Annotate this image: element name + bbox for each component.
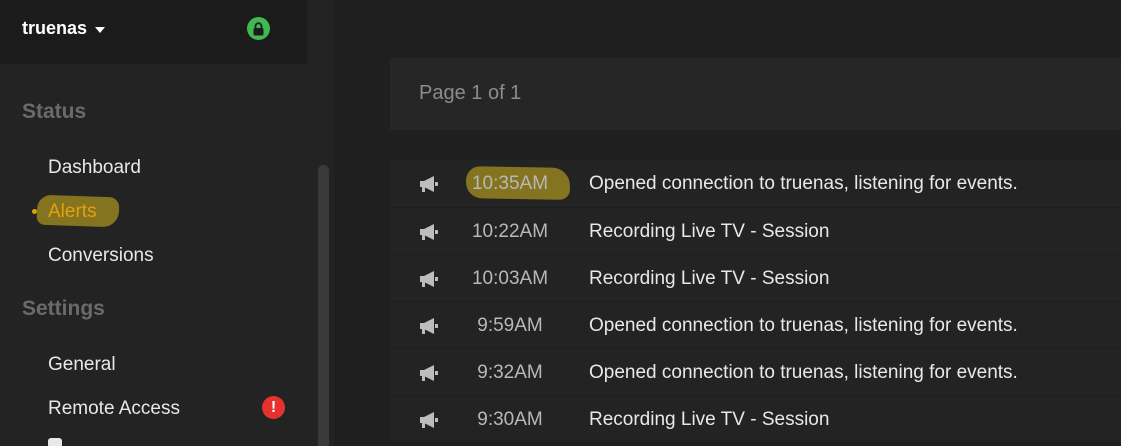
app-window: truenas Status Dashboard Alerts Conversi…	[0, 0, 1121, 446]
alert-row[interactable]: 10:03AM Recording Live TV - Session	[390, 255, 1121, 302]
lock-icon[interactable]	[247, 17, 270, 40]
alert-message: Opened connection to truenas, listening …	[589, 362, 1018, 383]
alert-message: Opened connection to truenas, listening …	[589, 315, 1018, 336]
alert-message: Recording Live TV - Session	[589, 409, 830, 430]
alert-message: Recording Live TV - Session	[589, 268, 830, 289]
alert-row[interactable]: 10:22AM Recording Live TV - Session	[390, 208, 1121, 255]
section-title-status: Status	[22, 100, 87, 123]
alert-time: 10:35AM	[471, 173, 549, 194]
alert-row[interactable]: 9:30AM Recording Live TV - Session	[390, 396, 1121, 443]
server-name: truenas	[22, 18, 88, 38]
main-content: Page 1 of 1 10:35AM Opened connection to …	[334, 0, 1121, 446]
alert-time: 10:03AM	[471, 268, 549, 289]
alert-message: Recording Live TV - Session	[589, 221, 830, 242]
caret-down-icon	[95, 26, 106, 33]
active-indicator-dot	[32, 209, 37, 214]
megaphone-icon	[418, 316, 440, 336]
section-title-settings: Settings	[22, 297, 105, 320]
alert-message: Opened connection to truenas, listening …	[589, 173, 1018, 194]
sidebar-scrollbar[interactable]	[318, 165, 329, 446]
megaphone-icon	[418, 174, 440, 194]
sidebar-item-partial[interactable]	[48, 438, 62, 446]
pagination-bar: Page 1 of 1	[390, 58, 1121, 130]
megaphone-icon	[418, 363, 440, 383]
alert-list: 10:35AM Opened connection to truenas, lis…	[390, 160, 1121, 443]
alert-row[interactable]: 9:59AM Opened connection to truenas, list…	[390, 302, 1121, 349]
server-header: truenas	[0, 0, 307, 64]
megaphone-icon	[418, 269, 440, 289]
megaphone-icon	[418, 222, 440, 242]
sidebar: truenas Status Dashboard Alerts Conversi…	[0, 0, 334, 446]
server-selector[interactable]: truenas	[22, 18, 106, 39]
sidebar-item-general[interactable]: General	[48, 354, 116, 376]
alert-time: 9:30AM	[477, 409, 543, 430]
alert-time: 10:22AM	[471, 221, 549, 242]
sidebar-item-conversions[interactable]: Conversions	[48, 245, 154, 267]
sidebar-item-remote-access[interactable]: Remote Access	[48, 398, 180, 420]
alert-time: 9:59AM	[477, 315, 543, 336]
sidebar-item-alerts[interactable]: Alerts	[48, 201, 97, 223]
page-indicator: Page 1 of 1	[419, 82, 522, 104]
warning-icon: !	[262, 396, 285, 419]
sidebar-item-dashboard[interactable]: Dashboard	[48, 157, 141, 179]
alert-row[interactable]: 9:32AM Opened connection to truenas, list…	[390, 349, 1121, 396]
alert-row[interactable]: 10:35AM Opened connection to truenas, lis…	[390, 160, 1121, 208]
megaphone-icon	[418, 410, 440, 430]
alert-time: 9:32AM	[477, 362, 543, 383]
